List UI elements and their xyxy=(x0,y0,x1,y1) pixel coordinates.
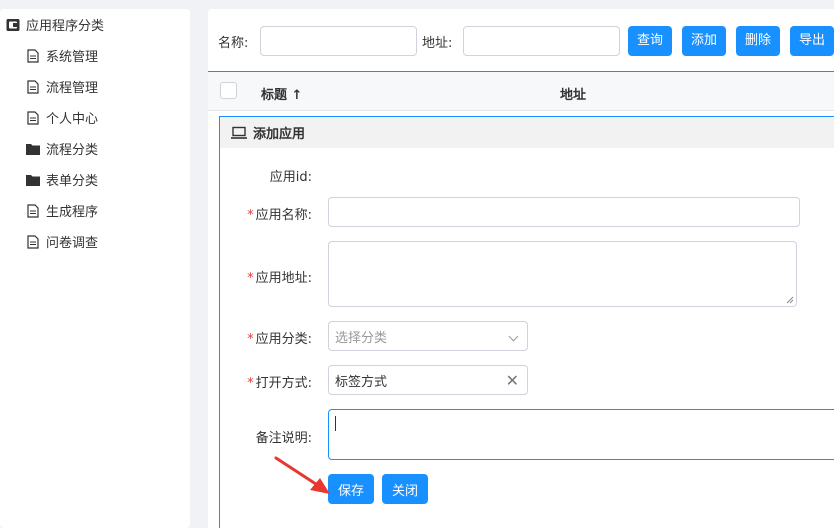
required-mark: * xyxy=(247,208,254,223)
remark-input[interactable] xyxy=(328,409,834,460)
save-button[interactable]: 保存 xyxy=(328,474,375,504)
remark-label: 备注说明: xyxy=(255,431,312,446)
chevron-down-icon xyxy=(508,331,519,342)
app-category-select[interactable]: 选择分类 xyxy=(328,321,528,351)
folder-icon xyxy=(26,142,40,156)
document-icon xyxy=(26,203,40,218)
document-icon xyxy=(26,48,40,63)
sidebar-item-label: 流程管理 xyxy=(46,81,99,96)
grid-header: 标题 ↑ 地址 xyxy=(208,71,834,111)
app-category-label-text: 应用分类: xyxy=(255,332,312,347)
name-search-input[interactable] xyxy=(260,26,417,56)
sidebar-item-form-category[interactable]: 表单分类 xyxy=(0,164,190,195)
column-address-header[interactable]: 地址 xyxy=(560,84,586,103)
clear-icon[interactable]: ✕ xyxy=(506,371,519,390)
app-address-textarea[interactable] xyxy=(328,241,797,307)
open-mode-label-text: 打开方式: xyxy=(255,376,312,391)
add-button[interactable]: 添加 xyxy=(682,26,727,56)
column-title-header[interactable]: 标题 ↑ xyxy=(261,84,302,103)
sidebar-item-system[interactable]: 系统管理 xyxy=(0,40,190,71)
select-all-checkbox[interactable] xyxy=(220,82,237,99)
resize-handle-icon[interactable] xyxy=(786,296,794,304)
name-label: 名称: xyxy=(218,36,249,51)
address-search-input[interactable] xyxy=(463,26,620,56)
delete-button[interactable]: 删除 xyxy=(736,26,781,56)
app-address-label-text: 应用地址: xyxy=(255,271,312,286)
dialog-header: 添加应用 xyxy=(220,117,834,148)
folder-icon xyxy=(26,173,40,187)
document-icon xyxy=(26,234,40,249)
app-name-label: * 应用名称: xyxy=(220,204,312,223)
sidebar-tree: 应用程序分类 系统管理 流程管理 个人中心 流程分类 表单分类 生成程序 问卷调… xyxy=(0,9,190,528)
sidebar-item-label: 流程分类 xyxy=(46,143,99,158)
required-mark: * xyxy=(247,271,254,286)
close-button[interactable]: 关闭 xyxy=(382,474,429,504)
sidebar-item-process-category[interactable]: 流程分类 xyxy=(0,133,190,164)
laptop-icon xyxy=(231,126,247,140)
tree-root[interactable]: 应用程序分类 xyxy=(0,9,190,40)
document-icon xyxy=(26,110,40,125)
category-placeholder: 选择分类 xyxy=(335,330,388,346)
sidebar-item-label: 问卷调查 xyxy=(46,236,99,251)
text-caret xyxy=(335,416,336,431)
sidebar-item-survey[interactable]: 问卷调查 xyxy=(0,226,190,257)
required-mark: * xyxy=(247,376,254,391)
open-mode-value: 标签方式 xyxy=(335,374,388,390)
app-address-label: * 应用地址: xyxy=(220,267,312,286)
query-button[interactable]: 查询 xyxy=(628,26,673,56)
open-mode-select[interactable]: 标签方式 ✕ xyxy=(328,365,528,395)
sidebar-item-label: 系统管理 xyxy=(46,50,99,65)
sidebar-item-personal[interactable]: 个人中心 xyxy=(0,102,190,133)
address-label: 地址: xyxy=(422,36,453,51)
sidebar-item-generate[interactable]: 生成程序 xyxy=(0,195,190,226)
sidebar-item-label: 生成程序 xyxy=(46,205,99,220)
app-category-label: * 应用分类: xyxy=(220,328,312,347)
sidebar-item-label: 个人中心 xyxy=(46,112,99,127)
app-name-input[interactable] xyxy=(328,197,800,227)
document-icon xyxy=(26,79,40,94)
annotation-arrow-icon xyxy=(274,456,330,494)
dialog-title: 添加应用 xyxy=(253,127,306,142)
search-bar: 名称: 地址: 查询 添加 删除 导出 xyxy=(208,9,834,71)
sidebar-item-label: 表单分类 xyxy=(46,174,99,189)
required-mark: * xyxy=(247,332,254,347)
tree-root-label: 应用程序分类 xyxy=(26,19,105,34)
app-category-icon xyxy=(6,18,20,32)
app-id-label: 应用id: xyxy=(269,170,312,185)
export-button[interactable]: 导出 xyxy=(790,26,834,56)
sidebar-item-process[interactable]: 流程管理 xyxy=(0,71,190,102)
open-mode-label: * 打开方式: xyxy=(220,372,312,391)
app-name-label-text: 应用名称: xyxy=(255,208,312,223)
